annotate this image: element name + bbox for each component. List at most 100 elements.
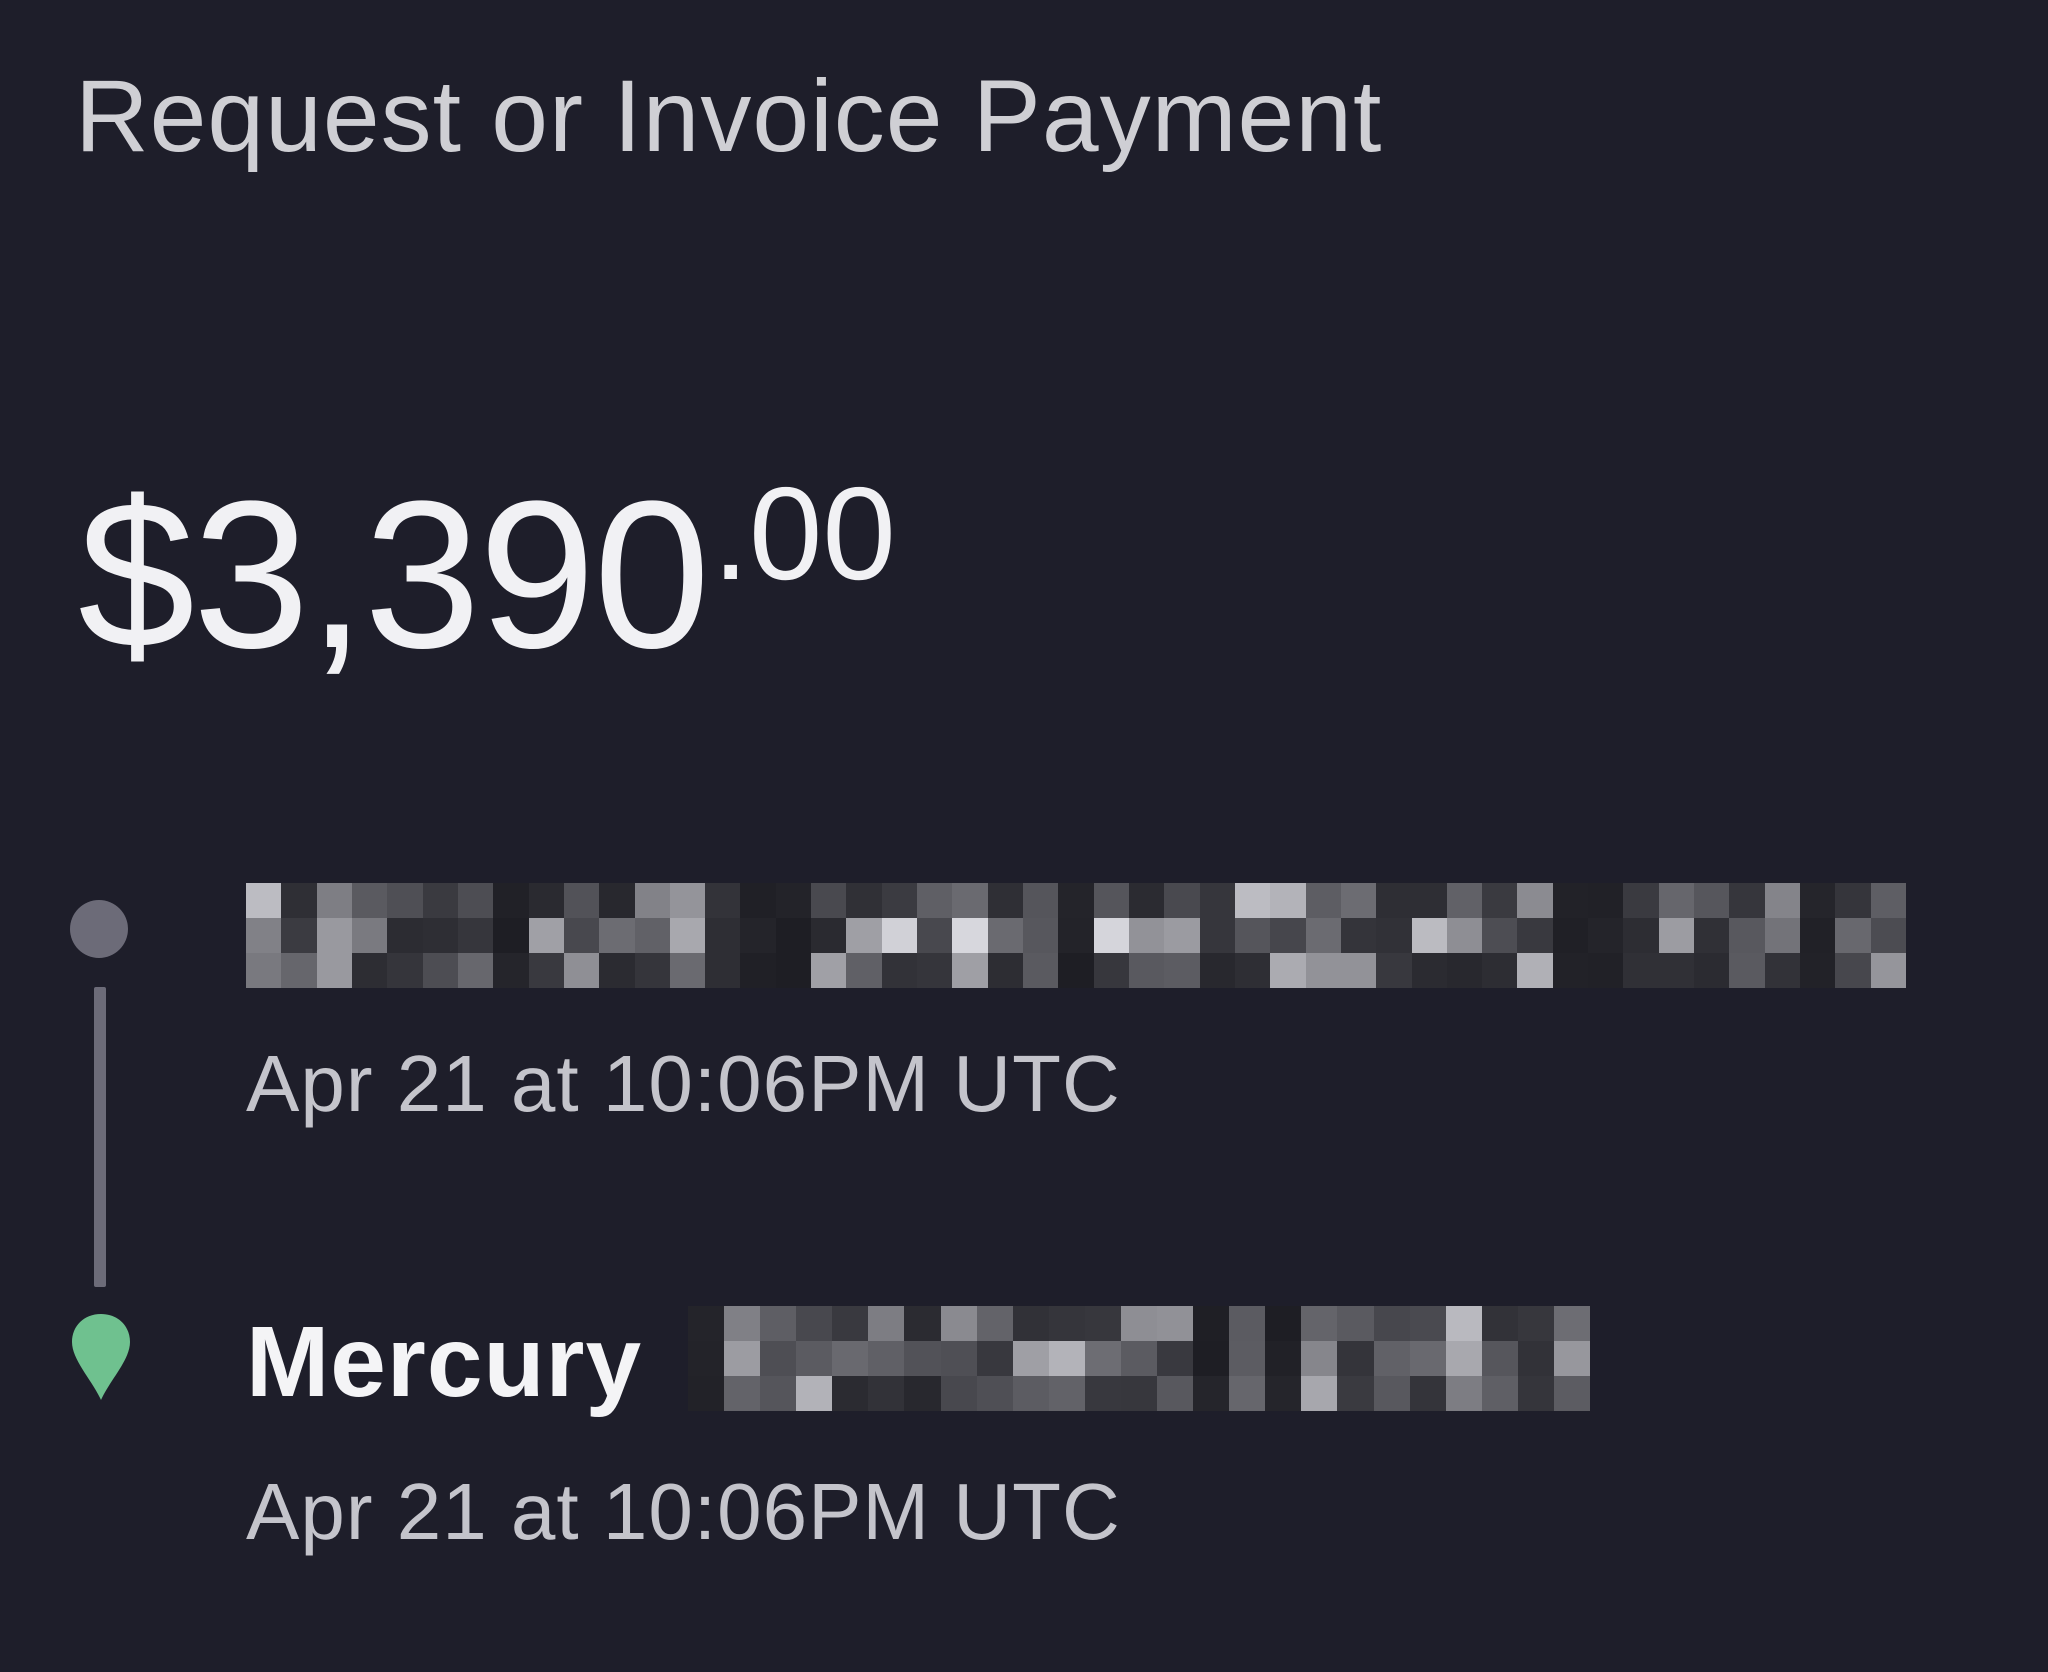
redaction-pixel bbox=[1128, 883, 1165, 918]
redaction-pixel bbox=[917, 883, 953, 918]
redaction-pixel bbox=[1552, 883, 1589, 918]
redaction-pixel bbox=[1658, 953, 1695, 988]
redaction-pixel bbox=[940, 1306, 977, 1341]
redaction-pixel bbox=[976, 1306, 1013, 1341]
redaction-pixel bbox=[1023, 953, 1059, 988]
redaction-pixel bbox=[1270, 883, 1306, 918]
redaction-pixel bbox=[457, 953, 494, 988]
redaction-pixel bbox=[1058, 918, 1094, 953]
redaction-pixel bbox=[351, 918, 388, 953]
redaction-pixel bbox=[1120, 1306, 1158, 1341]
redaction-pixel bbox=[1800, 918, 1836, 953]
redaction-pixel bbox=[1084, 1341, 1121, 1376]
redaction-pixel bbox=[1445, 1306, 1482, 1341]
redaction-pixel bbox=[868, 1376, 905, 1411]
redaction-pixel bbox=[811, 953, 847, 988]
redaction-pixel bbox=[1084, 1306, 1121, 1341]
redaction-pixel bbox=[1481, 1306, 1518, 1341]
redaction-pixel bbox=[1658, 918, 1695, 953]
redaction-pixel bbox=[1199, 883, 1235, 918]
redaction-pixel bbox=[669, 883, 706, 918]
redaction-pixel bbox=[422, 953, 458, 988]
redaction-pixel bbox=[1270, 918, 1306, 953]
origin-timestamp: Apr 21 at 10:06PM UTC bbox=[246, 1039, 1121, 1128]
redaction-pixel bbox=[563, 953, 600, 988]
redaction-pixel bbox=[846, 953, 882, 988]
redaction-pixel bbox=[868, 1306, 905, 1341]
redaction-pixel bbox=[1482, 883, 1518, 918]
redaction-pixel bbox=[688, 1341, 725, 1376]
redaction-pixel bbox=[1517, 1306, 1554, 1341]
redaction-pixel bbox=[563, 918, 600, 953]
redaction-pixel bbox=[1481, 1341, 1518, 1376]
destination-name: Mercury bbox=[246, 1306, 643, 1418]
redaction-pixel bbox=[1340, 953, 1377, 988]
redaction-pixel bbox=[1337, 1306, 1374, 1341]
redaction-pixel bbox=[1409, 1306, 1446, 1341]
redaction-pixel bbox=[1517, 883, 1553, 918]
origin-name-redacted bbox=[246, 883, 1906, 988]
redaction-pixel bbox=[493, 883, 529, 918]
redaction-pixel bbox=[1588, 883, 1624, 918]
redaction-pixel bbox=[669, 918, 706, 953]
redaction-pixel bbox=[316, 918, 352, 953]
redaction-pixel bbox=[1482, 953, 1518, 988]
redaction-pixel bbox=[1446, 918, 1483, 953]
redaction-pixel bbox=[1445, 1376, 1482, 1411]
amount-whole: $3,390 bbox=[78, 457, 710, 692]
redaction-pixel bbox=[1376, 953, 1412, 988]
redaction-pixel bbox=[1517, 918, 1553, 953]
redaction-pixel bbox=[724, 1306, 761, 1341]
redaction-pixel bbox=[599, 883, 635, 918]
redaction-pixel bbox=[1409, 1341, 1446, 1376]
redaction-pixel bbox=[1128, 918, 1165, 953]
redaction-pixel bbox=[1517, 1376, 1554, 1411]
redaction-pixel bbox=[1193, 1376, 1230, 1411]
redaction-pixel bbox=[1012, 1306, 1049, 1341]
redaction-pixel bbox=[1234, 953, 1271, 988]
redaction-pixel bbox=[1800, 953, 1836, 988]
redaction-pixel bbox=[422, 918, 458, 953]
redaction-pixel bbox=[387, 918, 423, 953]
redaction-pixel bbox=[1120, 1341, 1158, 1376]
redaction-pixel bbox=[1164, 918, 1200, 953]
redaction-pixel bbox=[1157, 1341, 1194, 1376]
redaction-pixel bbox=[1301, 1376, 1338, 1411]
redaction-pixel bbox=[705, 953, 741, 988]
redaction-pixel bbox=[1870, 953, 1906, 988]
redaction-pixel bbox=[688, 1306, 725, 1341]
redaction-pixel bbox=[917, 918, 953, 953]
redaction-pixel bbox=[1199, 953, 1235, 988]
redaction-pixel bbox=[1164, 883, 1200, 918]
redaction-pixel bbox=[1588, 953, 1624, 988]
redaction-pixel bbox=[1411, 918, 1447, 953]
redaction-pixel bbox=[832, 1376, 869, 1411]
redaction-pixel bbox=[1337, 1376, 1374, 1411]
redaction-pixel bbox=[846, 918, 882, 953]
redaction-pixel bbox=[528, 883, 564, 918]
redaction-pixel bbox=[316, 953, 352, 988]
redaction-pixel bbox=[1023, 918, 1059, 953]
redaction-pixel bbox=[740, 918, 776, 953]
redaction-pixel bbox=[493, 953, 529, 988]
redaction-pixel bbox=[1093, 918, 1129, 953]
redaction-pixel bbox=[281, 918, 317, 953]
redaction-pixel bbox=[493, 918, 529, 953]
redaction-pixel bbox=[1337, 1341, 1374, 1376]
redaction-pixel bbox=[1305, 953, 1341, 988]
redaction-pixel bbox=[1588, 918, 1624, 953]
redaction-pixel bbox=[246, 918, 282, 953]
redaction-pixel bbox=[1411, 953, 1447, 988]
redaction-pixel bbox=[987, 883, 1024, 918]
redaction-pixel bbox=[1764, 883, 1801, 918]
redaction-pixel bbox=[281, 953, 317, 988]
redaction-pixel bbox=[952, 953, 988, 988]
redaction-pixel bbox=[1373, 1376, 1410, 1411]
redaction-pixel bbox=[760, 1341, 797, 1376]
redaction-pixel bbox=[1199, 918, 1235, 953]
redaction-pixel bbox=[775, 883, 812, 918]
redaction-pixel bbox=[1093, 883, 1129, 918]
redaction-pixel bbox=[976, 1376, 1013, 1411]
redaction-pixel bbox=[1446, 953, 1483, 988]
destination-account-redacted bbox=[688, 1306, 1590, 1411]
